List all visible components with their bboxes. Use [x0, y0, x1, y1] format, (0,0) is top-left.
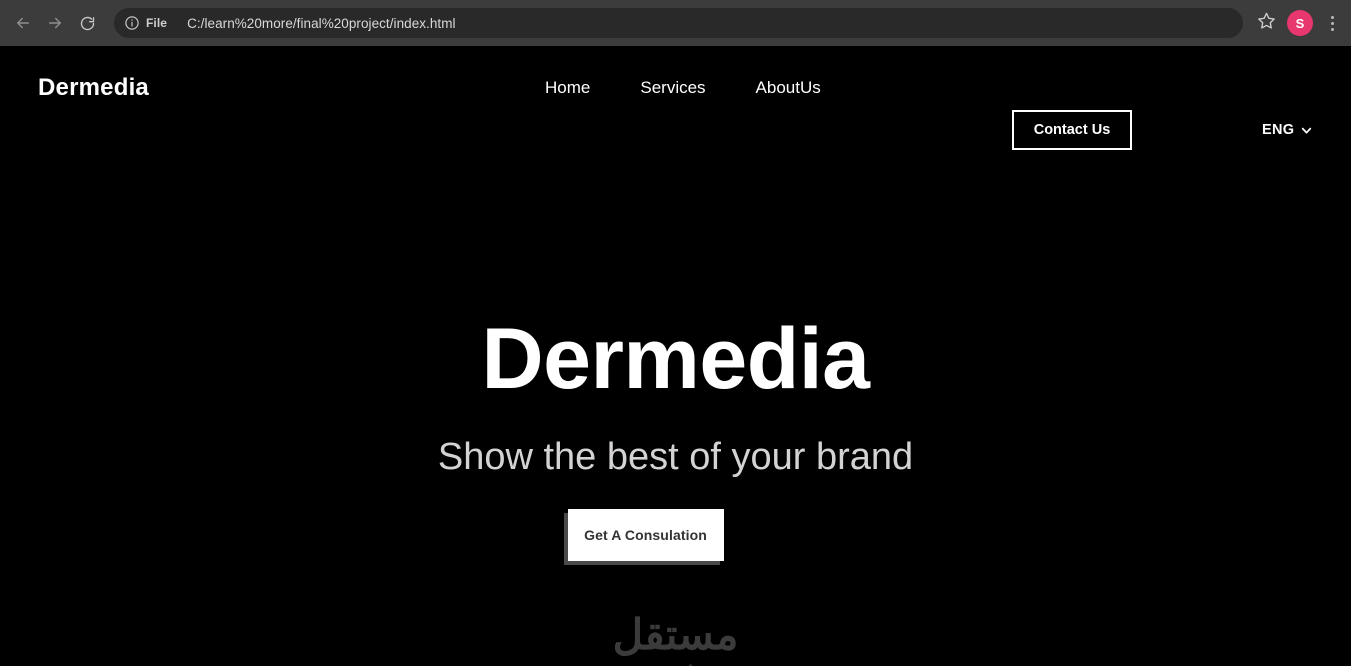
- main-navigation: Home Services AboutUs: [545, 46, 821, 130]
- url-text: C:/learn%20more/final%20project/index.ht…: [187, 15, 456, 31]
- info-circle-icon: [124, 15, 140, 31]
- bookmark-button[interactable]: [1251, 8, 1281, 38]
- hero-title: Dermedia: [481, 311, 870, 407]
- security-chip-label: File: [146, 16, 168, 30]
- get-consultation-button[interactable]: Get A Consulation: [567, 509, 724, 561]
- mostaql-watermark: مستقل mostaql.com: [0, 614, 1351, 666]
- browser-toolbar: File C:/learn%20more/final%20project/ind…: [0, 0, 1351, 46]
- security-chip[interactable]: File: [118, 11, 176, 35]
- star-icon: [1257, 11, 1276, 35]
- address-bar[interactable]: File C:/learn%20more/final%20project/ind…: [114, 8, 1243, 38]
- nav-item-home[interactable]: Home: [545, 78, 590, 98]
- chevron-down-icon: [1300, 124, 1313, 137]
- avatar[interactable]: S: [1287, 10, 1313, 36]
- contact-us-button[interactable]: Contact Us: [1012, 110, 1132, 150]
- back-arrow-icon: [14, 14, 32, 32]
- nav-item-aboutus[interactable]: AboutUs: [756, 78, 821, 98]
- forward-arrow-icon: [46, 14, 64, 32]
- reload-button[interactable]: [72, 8, 102, 38]
- forward-button[interactable]: [40, 8, 70, 38]
- reload-icon: [79, 15, 96, 32]
- watermark-latin-text: mostaql.com: [597, 662, 753, 666]
- site-logo[interactable]: Dermedia: [38, 74, 149, 102]
- language-selector[interactable]: ENG: [1262, 122, 1313, 138]
- language-value: ENG: [1262, 122, 1295, 138]
- nav-item-services[interactable]: Services: [640, 78, 705, 98]
- back-button[interactable]: [8, 8, 38, 38]
- site-header: Dermedia Home Services AboutUs Contact U…: [0, 46, 1351, 150]
- hero-section: Dermedia Show the best of your brand Get…: [0, 316, 1351, 561]
- hero-cta-wrapper: Get A Consulation: [0, 509, 1351, 561]
- hero-subtitle: Show the best of your brand: [437, 436, 914, 478]
- web-page: Dermedia Home Services AboutUs Contact U…: [0, 46, 1351, 666]
- watermark-arabic-text: مستقل: [612, 611, 739, 658]
- three-dot-menu-icon[interactable]: [1321, 8, 1343, 38]
